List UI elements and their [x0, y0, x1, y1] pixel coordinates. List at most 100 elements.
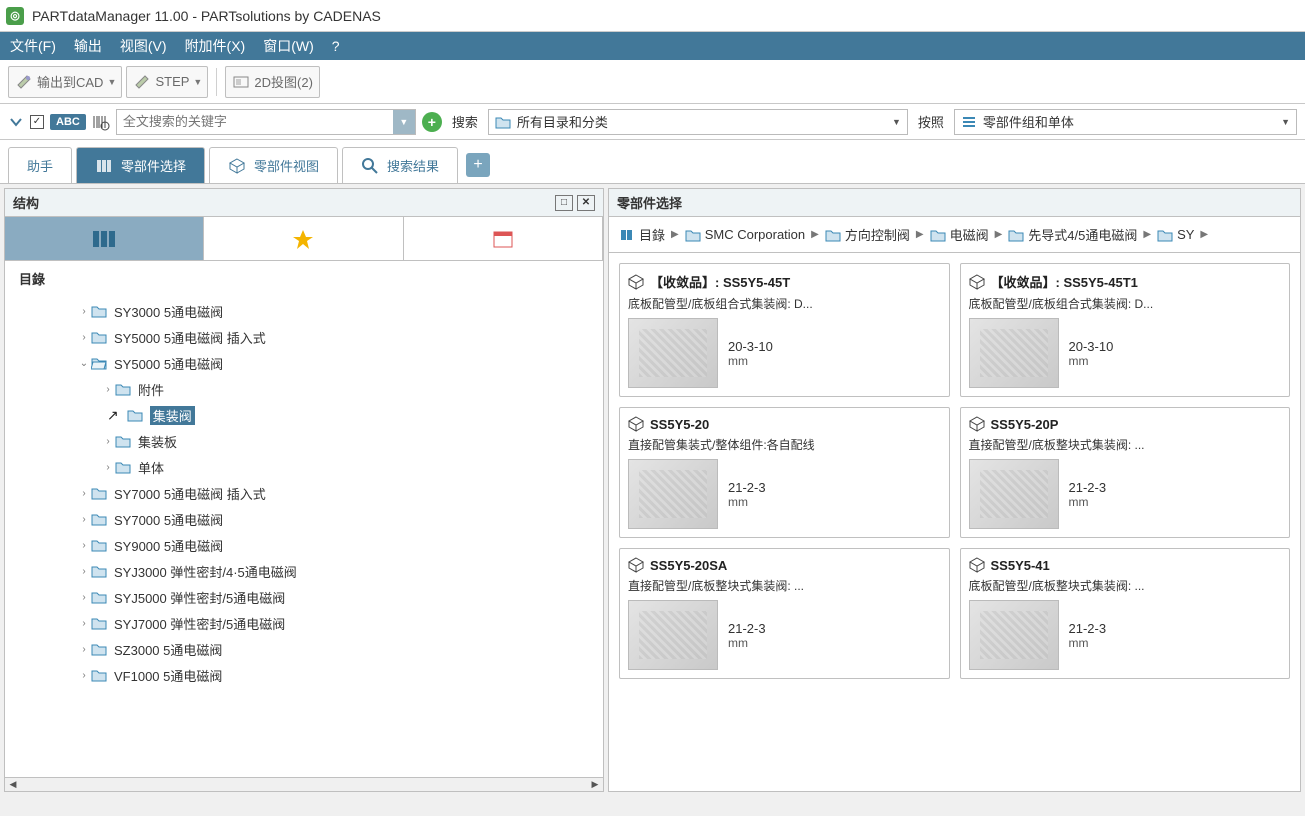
tree-item[interactable]: ›VF1000 5通电磁阀	[5, 662, 595, 688]
search-enable-checkbox[interactable]: ✓	[30, 115, 44, 129]
fulltext-search-field[interactable]	[117, 114, 393, 129]
breadcrumb-item[interactable]: 目錄	[615, 225, 669, 244]
subtab-history[interactable]	[404, 217, 603, 260]
books-icon	[90, 228, 118, 250]
menu-output[interactable]: 输出	[74, 36, 102, 56]
add-search-icon[interactable]: +	[422, 112, 442, 132]
card-subtitle: 直接配管集装式/整体组件:各自配线	[628, 436, 941, 453]
toolbar-export: 输出到CAD ▼ STEP ▼ 2D投图(2)	[0, 60, 1305, 104]
star-icon	[291, 228, 315, 250]
chevron-right-icon[interactable]: ›	[101, 462, 115, 473]
chevron-right-icon[interactable]: ›	[101, 384, 115, 395]
tree-item[interactable]: ⌄SY5000 5通电磁阀	[5, 350, 595, 376]
chevron-right-icon[interactable]: ›	[77, 306, 91, 317]
tree-item[interactable]: ›集装板	[5, 428, 595, 454]
subtab-catalogs[interactable]	[5, 217, 204, 260]
folder-icon	[91, 486, 109, 500]
chevron-right-icon[interactable]: ›	[77, 540, 91, 551]
tree-item-label: 附件	[138, 380, 164, 399]
scroll-left-icon[interactable]: ◀	[5, 778, 21, 791]
tree-item[interactable]: ›SY5000 5通电磁阀 插入式	[5, 324, 595, 350]
card-unit: mm	[728, 636, 766, 650]
tree-item[interactable]: ›SY7000 5通电磁阀	[5, 506, 595, 532]
chevron-right-icon: ▶	[1200, 229, 1208, 240]
caret-down-icon: ▼	[193, 77, 201, 87]
card-unit: mm	[728, 495, 766, 509]
card-title: SS5Y5-41	[991, 558, 1050, 573]
part-card[interactable]: SS5Y5-20直接配管集装式/整体组件:各自配线21-2-3mm	[619, 407, 950, 538]
tree-item[interactable]: ›SZ3000 5通电磁阀	[5, 636, 595, 662]
books-icon	[95, 157, 113, 175]
chevron-right-icon[interactable]: ›	[77, 618, 91, 629]
chevron-right-icon[interactable]: ›	[77, 670, 91, 681]
catalog-tree[interactable]: ›SY3000 5通电磁阀›SY5000 5通电磁阀 插入式⌄SY5000 5通…	[5, 296, 603, 777]
tab-search-results[interactable]: 搜索结果	[342, 147, 458, 183]
tree-item[interactable]: › SYJ7000 弹性密封/5通电磁阀	[5, 610, 595, 636]
breadcrumb-item[interactable]: SMC Corporation	[681, 227, 809, 242]
card-date: 21-2-3	[728, 480, 766, 495]
breadcrumb-item[interactable]: 先导式4/5通电磁阀	[1004, 225, 1141, 244]
tree-item[interactable]: ›SY3000 5通电磁阀	[5, 298, 595, 324]
tree-item[interactable]: ›SYJ3000 弹性密封/4·5通电磁阀	[5, 558, 595, 584]
part-thumbnail	[969, 318, 1059, 388]
folder-icon	[91, 538, 109, 552]
chevron-right-icon[interactable]: ›	[101, 436, 115, 447]
export-step-button[interactable]: STEP ▼	[126, 66, 208, 98]
part-card[interactable]: 【收敛品】: SS5Y5-45T1底板配管型/底板组合式集装阀: D...20-…	[960, 263, 1291, 397]
part-card[interactable]: 【收敛品】: SS5Y5-45T底板配管型/底板组合式集装阀: D...20-3…	[619, 263, 950, 397]
tab-assistant[interactable]: 助手	[8, 147, 72, 183]
breadcrumb-item[interactable]: SY	[1153, 227, 1198, 242]
card-unit: mm	[728, 354, 773, 368]
tree-item-label: SYJ7000 弹性密封/5通电磁阀	[114, 614, 285, 633]
tab-part-view[interactable]: 零部件视图	[209, 147, 338, 183]
menu-addons[interactable]: 附加件(X)	[185, 36, 246, 56]
chevron-right-icon: ▶	[671, 229, 679, 240]
menu-window[interactable]: 窗口(W)	[263, 36, 314, 56]
abc-button[interactable]: ABC	[50, 114, 86, 130]
panel-close-icon[interactable]: ✕	[577, 195, 595, 211]
barcode-icon[interactable]	[92, 113, 110, 131]
tree-item-label: 单体	[138, 458, 164, 477]
tree-item[interactable]: › 附件	[5, 376, 595, 402]
breadcrumb-item[interactable]: 电磁阀	[926, 225, 993, 244]
tree-item[interactable]: ›SYJ5000 弹性密封/5通电磁阀	[5, 584, 595, 610]
export-to-cad-button[interactable]: 输出到CAD ▼	[8, 66, 122, 98]
search-scope-dropdown[interactable]: 所有目录和分类 ▼	[488, 109, 908, 135]
breadcrumb-item[interactable]: 方向控制阀	[821, 225, 914, 244]
search-by-dropdown[interactable]: 零部件组和单体 ▼	[954, 109, 1297, 135]
tab-add-button[interactable]: +	[466, 153, 490, 177]
chevron-right-icon[interactable]: ›	[77, 592, 91, 603]
tree-item[interactable]: ›SY7000 5通电磁阀 插入式	[5, 480, 595, 506]
subtab-favorites[interactable]	[204, 217, 403, 260]
part-card[interactable]: SS5Y5-41底板配管型/底板整块式集装阀: ...21-2-3mm	[960, 548, 1291, 679]
tree-item[interactable]: ↖集装阀	[5, 402, 595, 428]
chevron-right-icon[interactable]: ›	[77, 514, 91, 525]
chevron-right-icon[interactable]: ›	[77, 644, 91, 655]
chevron-right-icon[interactable]: ›	[77, 332, 91, 343]
horizontal-scrollbar[interactable]: ◀ ▶	[5, 777, 603, 791]
panel-maximize-icon[interactable]: □	[555, 195, 573, 211]
chevron-down-icon[interactable]: ⌄	[77, 358, 91, 369]
menu-view[interactable]: 视图(V)	[120, 36, 167, 56]
tab-part-select[interactable]: 零部件选择	[76, 147, 205, 183]
tree-item[interactable]: ›SY9000 5通电磁阀	[5, 532, 595, 558]
scroll-right-icon[interactable]: ▶	[587, 778, 603, 791]
tree-item[interactable]: › 单体	[5, 454, 595, 480]
folder-icon	[91, 668, 109, 682]
part-card[interactable]: SS5Y5-20P直接配管型/底板整块式集装阀: ...21-2-3mm	[960, 407, 1291, 538]
menu-help[interactable]: ?	[332, 38, 340, 54]
bolt-icon	[15, 73, 33, 91]
card-title: SS5Y5-20P	[991, 417, 1059, 432]
chevron-right-icon[interactable]: ›	[77, 488, 91, 499]
2d-projection-button[interactable]: 2D投图(2)	[225, 66, 320, 98]
window-title: PARTdataManager 11.00 - PARTsolutions by…	[32, 8, 381, 24]
folder-icon	[91, 512, 109, 526]
search-dropdown-icon[interactable]: ▼	[393, 110, 415, 134]
chevron-right-icon[interactable]: ›	[77, 566, 91, 577]
fulltext-search-input[interactable]: ▼	[116, 109, 416, 135]
results-panel-header: 零部件选择	[609, 189, 1300, 217]
menu-file[interactable]: 文件(F)	[10, 36, 56, 56]
folder-icon	[1008, 228, 1024, 242]
part-card[interactable]: SS5Y5-20SA直接配管型/底板整块式集装阀: ...21-2-3mm	[619, 548, 950, 679]
expand-search-icon[interactable]	[8, 114, 24, 130]
